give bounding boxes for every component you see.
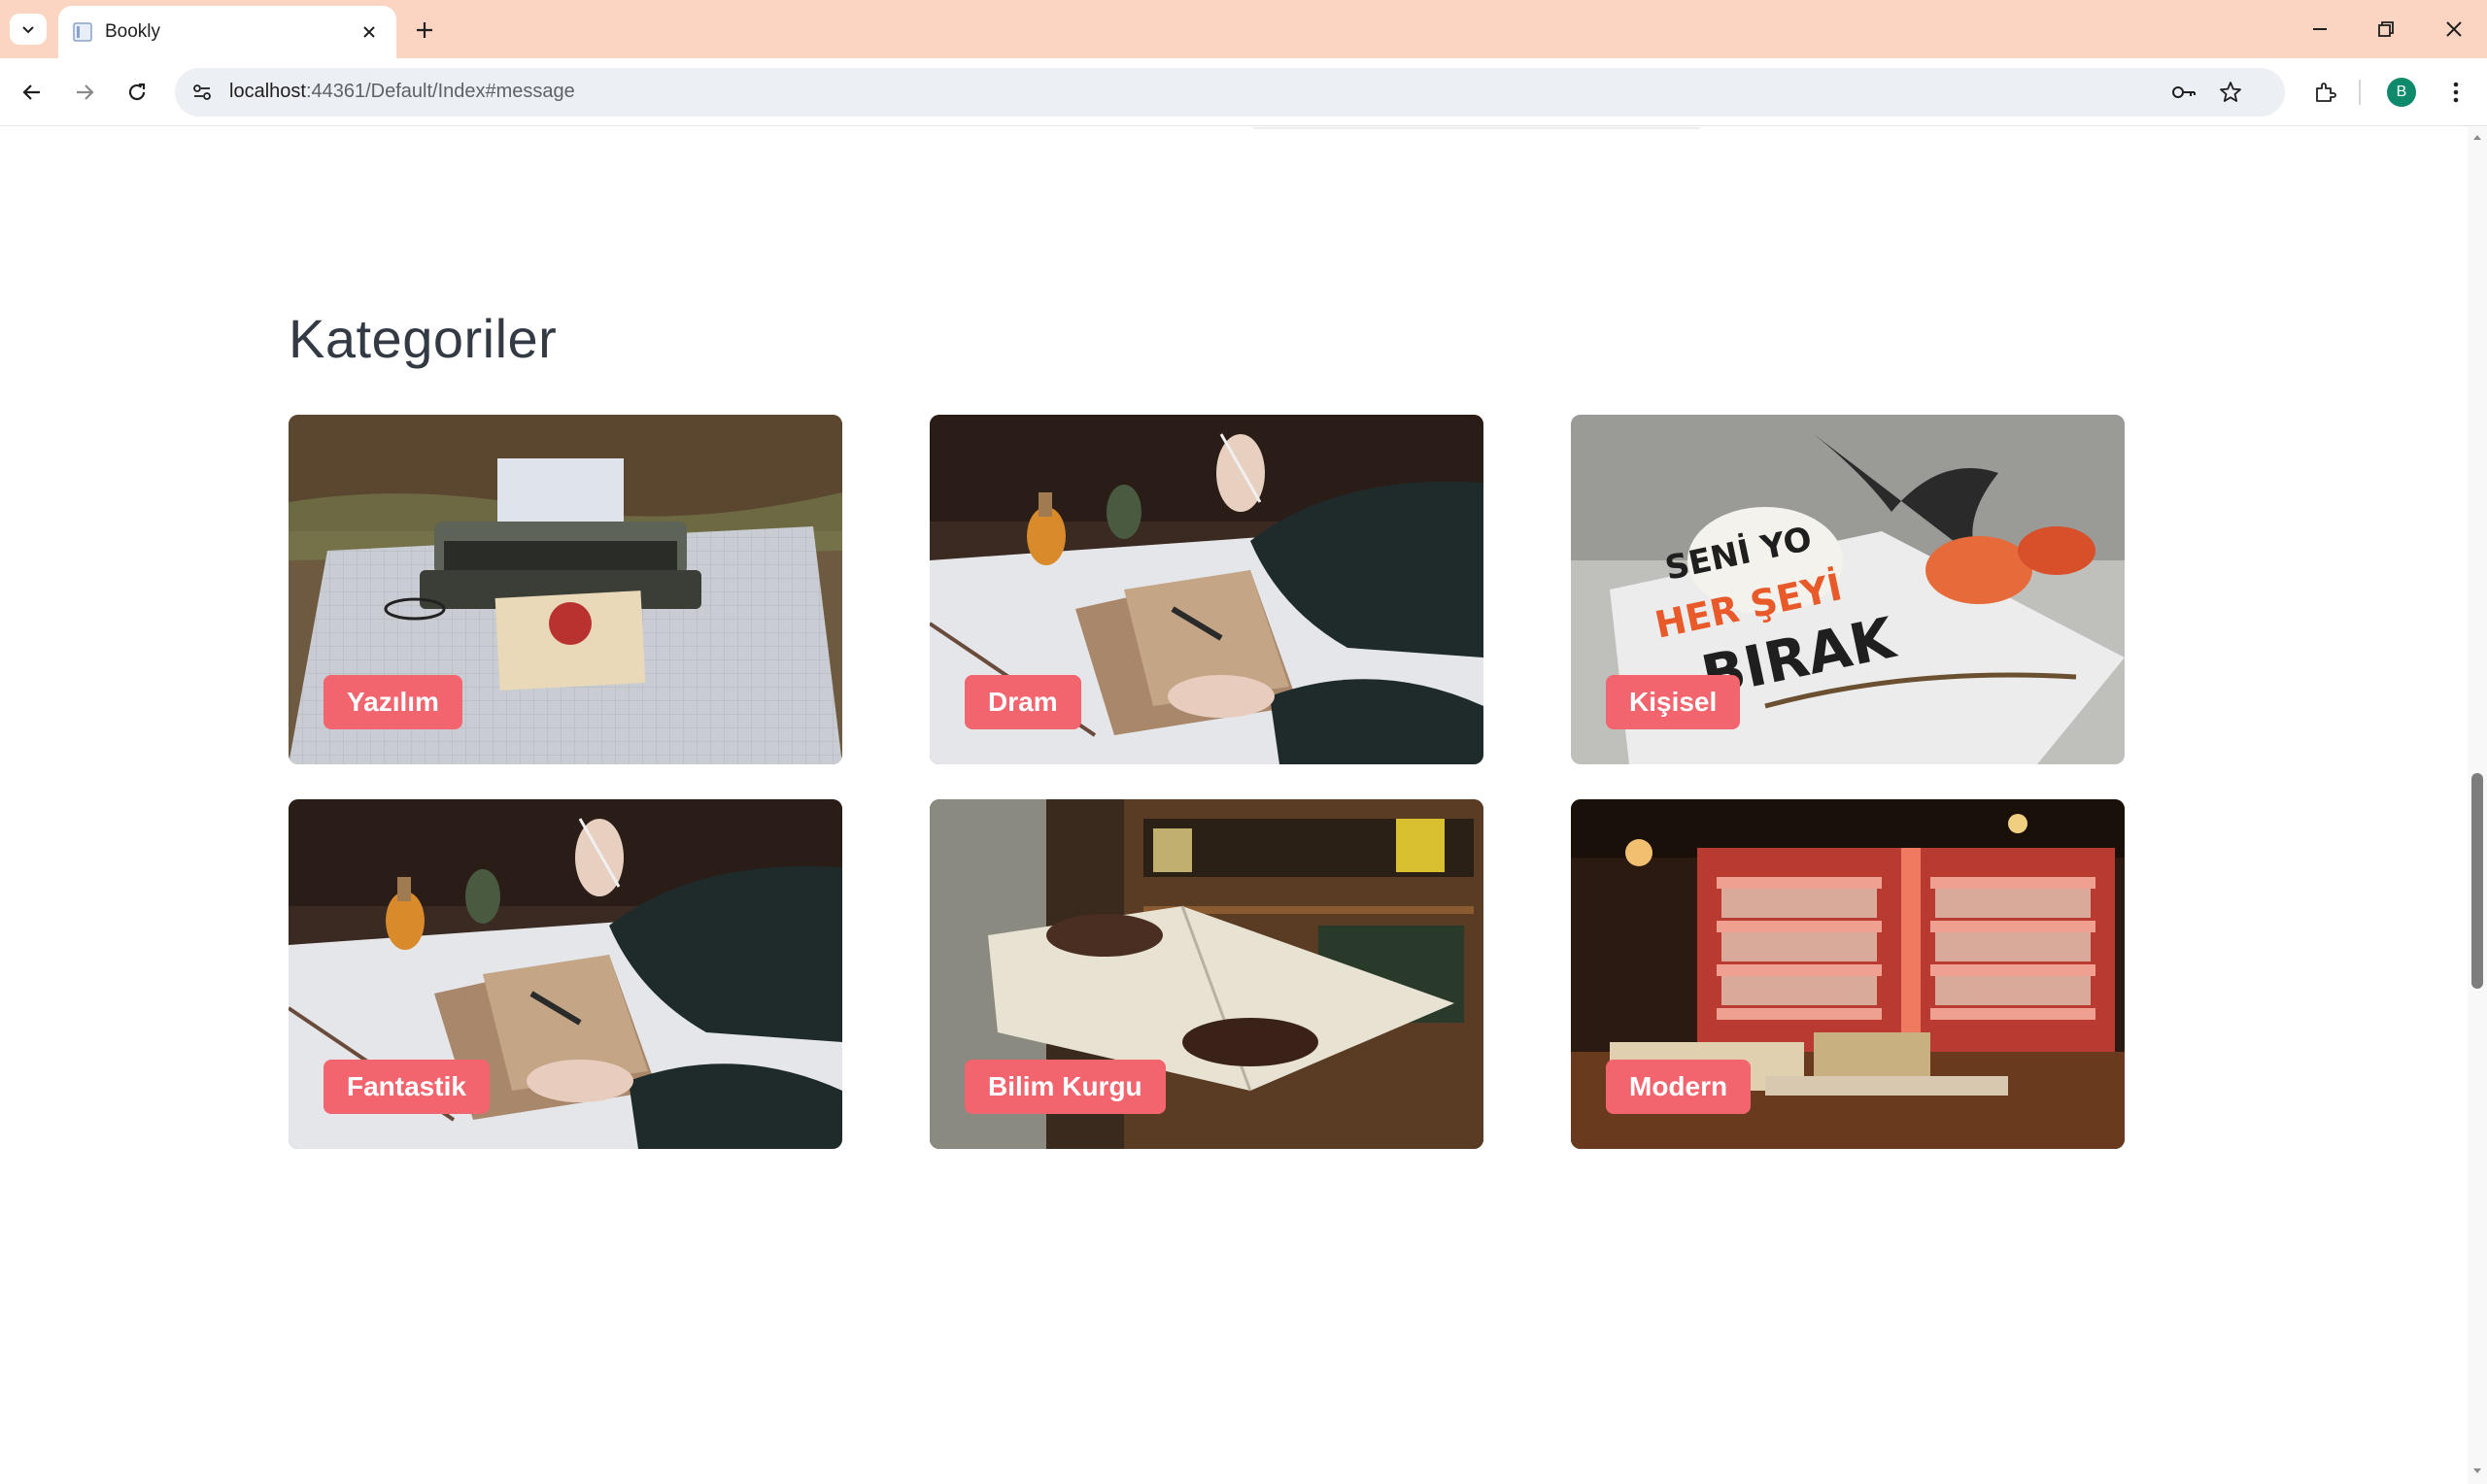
browser-tabstrip: Bookly bbox=[0, 0, 2487, 58]
toolbar-separator bbox=[2359, 80, 2361, 105]
category-card-fantastik[interactable]: Fantastik bbox=[289, 799, 842, 1149]
category-card-bilim-kurgu[interactable]: Bilim Kurgu bbox=[930, 799, 1483, 1149]
tab-search-button[interactable] bbox=[10, 14, 47, 45]
password-manager-button[interactable] bbox=[2168, 77, 2199, 108]
scroll-up-arrow-icon[interactable] bbox=[2470, 130, 2484, 144]
category-label[interactable]: Modern bbox=[1606, 1060, 1752, 1114]
scroll-down-arrow-icon[interactable] bbox=[2470, 1465, 2484, 1478]
category-card-kisisel[interactable]: HER ŞEYİ BIRAK SENİ YO Kişisel bbox=[1571, 415, 2125, 764]
category-card-modern[interactable]: Modern bbox=[1571, 799, 2125, 1149]
tab-close-button[interactable] bbox=[356, 18, 383, 46]
category-label[interactable]: Bilim Kurgu bbox=[965, 1060, 1166, 1114]
section-divider bbox=[1253, 127, 1700, 129]
scrollbar-thumb[interactable] bbox=[2471, 773, 2483, 989]
back-button[interactable] bbox=[14, 74, 51, 111]
page-viewport: Kategoriler Yazılım Dram HER ŞEYİ BIRAK … bbox=[0, 127, 2468, 1484]
browser-tab-active[interactable]: Bookly bbox=[58, 6, 396, 58]
favicon-icon bbox=[73, 22, 92, 42]
tab-title: Bookly bbox=[105, 21, 161, 42]
site-settings-button[interactable] bbox=[185, 75, 220, 110]
window-minimize-button[interactable] bbox=[2299, 10, 2341, 49]
extensions-button[interactable] bbox=[2306, 74, 2343, 111]
password-key-icon bbox=[2172, 86, 2196, 98]
more-vert-icon bbox=[2453, 82, 2459, 103]
tab-search-icon bbox=[22, 26, 34, 34]
extensions-icon bbox=[2316, 83, 2336, 102]
window-close-icon bbox=[2446, 21, 2462, 37]
url-text[interactable]: localhost:44361/Default/Index#message bbox=[229, 81, 575, 103]
back-arrow-icon bbox=[22, 84, 40, 100]
window-restore-button[interactable] bbox=[2365, 10, 2407, 49]
close-icon bbox=[363, 26, 375, 38]
more-menu-button[interactable] bbox=[2437, 74, 2474, 111]
category-label[interactable]: Dram bbox=[965, 675, 1081, 729]
plus-icon bbox=[417, 22, 432, 38]
url-host: localhost bbox=[229, 81, 306, 102]
window-close-button[interactable] bbox=[2433, 10, 2475, 49]
category-label[interactable]: Yazılım bbox=[324, 675, 462, 729]
category-card-dram[interactable]: Dram bbox=[930, 415, 1483, 764]
category-card-yazilim[interactable]: Yazılım bbox=[289, 415, 842, 764]
url-path: :44361/Default/Index#message bbox=[305, 81, 575, 102]
bookmark-star-icon bbox=[2220, 82, 2241, 102]
browser-toolbar: localhost:44361/Default/Index#message bbox=[0, 58, 2487, 126]
restore-icon bbox=[2378, 21, 2394, 37]
site-settings-icon bbox=[193, 84, 211, 100]
section-title: Kategoriler bbox=[289, 308, 558, 369]
minimize-icon bbox=[2313, 28, 2327, 30]
reload-icon bbox=[128, 83, 146, 101]
reload-button[interactable] bbox=[119, 74, 155, 111]
category-label[interactable]: Kişisel bbox=[1606, 675, 1741, 729]
category-label[interactable]: Fantastik bbox=[324, 1060, 490, 1114]
new-tab-button[interactable] bbox=[408, 14, 441, 47]
profile-avatar[interactable]: B bbox=[2387, 78, 2416, 107]
forward-button[interactable] bbox=[66, 74, 103, 111]
bookmark-button[interactable] bbox=[2215, 77, 2246, 108]
forward-arrow-icon bbox=[77, 84, 94, 100]
address-bar[interactable]: localhost:44361/Default/Index#message bbox=[175, 68, 2285, 117]
